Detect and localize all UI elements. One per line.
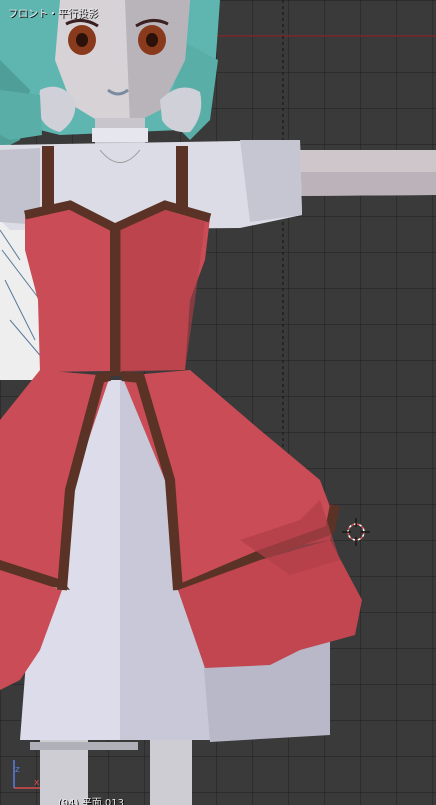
active-object-label: (94) 平面.013 bbox=[58, 798, 124, 805]
3d-viewport[interactable]: フロント・平行投影 z x (94) 平面.013 bbox=[0, 0, 436, 805]
3d-cursor-icon[interactable] bbox=[342, 518, 370, 546]
svg-text:x: x bbox=[34, 778, 40, 788]
svg-text:z: z bbox=[15, 765, 20, 775]
character-model bbox=[0, 0, 436, 805]
view-label: フロント・平行投影 bbox=[8, 9, 98, 20]
axis-gizmo-icon: z x bbox=[13, 760, 40, 789]
